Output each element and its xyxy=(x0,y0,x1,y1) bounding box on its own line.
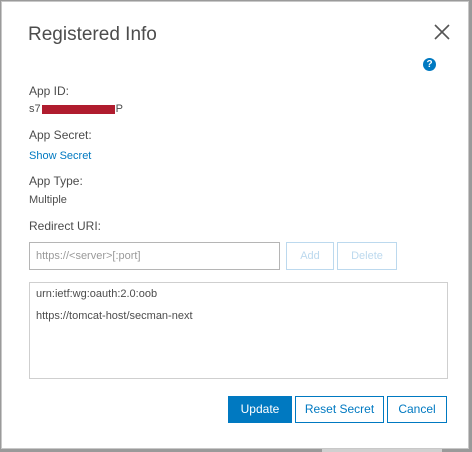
reset-secret-button[interactable]: Reset Secret xyxy=(295,396,384,423)
question-circle-icon[interactable]: ? xyxy=(423,58,436,71)
delete-button[interactable]: Delete xyxy=(337,242,397,270)
update-button[interactable]: Update xyxy=(228,396,292,423)
cancel-button[interactable]: Cancel xyxy=(387,396,447,423)
show-secret-link[interactable]: Show Secret xyxy=(29,150,91,162)
app-id-label: App ID: xyxy=(29,84,70,98)
add-button[interactable]: Add xyxy=(286,242,334,270)
app-type-value: Multiple xyxy=(29,194,67,206)
app-secret-label: App Secret: xyxy=(29,128,92,142)
uri-list-item[interactable]: https://tomcat-host/secman-next xyxy=(36,310,193,322)
redirect-uri-label: Redirect URI: xyxy=(29,219,102,233)
redaction-bar xyxy=(41,104,115,114)
app-id-prefix: s7 xyxy=(29,103,41,115)
uri-list-item[interactable]: urn:ietf:wg:oauth:2.0:oob xyxy=(36,288,157,300)
app-type-label: App Type: xyxy=(29,174,83,188)
redirect-uri-list[interactable]: urn:ietf:wg:oauth:2.0:oob https://tomcat… xyxy=(29,282,448,379)
dialog-title: Registered Info xyxy=(28,24,157,45)
close-button[interactable] xyxy=(430,20,454,44)
redirect-uri-input[interactable] xyxy=(29,242,280,270)
app-id-value: s7 P xyxy=(29,103,123,115)
registered-info-dialog: Registered Info ? App ID: s7 P App Secret… xyxy=(1,1,469,449)
app-id-suffix: P xyxy=(115,103,123,115)
close-icon xyxy=(434,24,450,40)
